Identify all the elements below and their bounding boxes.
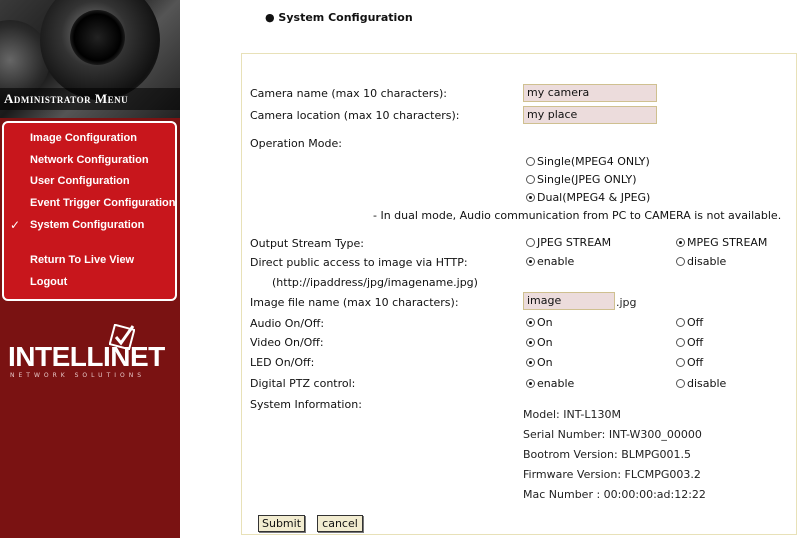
logo-tagline: NETWORK SOLUTIONS [10,372,146,379]
page-title: ● System Configuration [265,11,413,24]
sidebar: Administrator Menu Image Configuration N… [0,0,180,538]
camera-lens-graphic [70,10,125,65]
operation-mode-label: Operation Mode: [250,137,342,150]
radio-button-icon [526,157,535,166]
menu-item-return-to-live-view[interactable]: Return To Live View [30,254,134,266]
model-info: Model: INT-L130M [523,408,621,421]
radio-button-icon [526,358,535,367]
image-file-label: Image file name (max 10 characters): [250,296,459,309]
radio-video-off[interactable]: Off [676,336,703,349]
dual-mode-note: - In dual mode, Audio communication from… [373,209,782,222]
radio-button-icon [676,238,685,247]
radio-label: Off [687,316,704,329]
system-config-panel: Camera name (max 10 characters): my came… [241,53,797,535]
image-file-suffix: .jpg [616,296,637,309]
radio-jpeg-stream[interactable]: JPEG STREAM [526,236,611,249]
radio-label: Off [687,356,704,369]
radio-button-icon [526,257,535,266]
mac-number-info: Mac Number : 00:00:00:ad:12:22 [523,488,706,501]
serial-number-info: Serial Number: INT-W300_00000 [523,428,702,441]
firmware-version-info: Firmware Version: FLCMPG003.2 [523,468,701,481]
radio-button-icon [526,238,535,247]
logo-brand-text: INTELLINET [8,341,165,372]
radio-button-icon [676,379,685,388]
radio-button-icon [526,338,535,347]
bootrom-version-info: Bootrom Version: BLMPG001.5 [523,448,692,461]
menu-item-network-configuration[interactable]: Network Configuration [30,154,149,166]
radio-single-mpeg4[interactable]: Single(MPEG4 ONLY) [526,155,650,168]
cancel-button[interactable]: cancel [317,515,363,532]
led-label: LED On/Off: [250,356,315,369]
menu-item-logout[interactable]: Logout [30,276,67,288]
http-access-label: Direct public access to image via HTTP: [250,256,468,269]
camera-location-label: Camera location (max 10 characters): [250,109,460,122]
checkmark-icon: ✓ [10,218,21,232]
output-stream-label: Output Stream Type: [250,237,364,250]
video-label: Video On/Off: [250,336,324,349]
radio-label: On [537,316,553,329]
radio-label: MPEG STREAM [687,236,768,249]
radio-button-icon [676,257,685,266]
radio-ptz-disable[interactable]: disable [676,377,726,390]
radio-label: enable [537,255,575,268]
radio-label: On [537,356,553,369]
camera-name-label: Camera name (max 10 characters): [250,87,448,100]
radio-dual[interactable]: Dual(MPEG4 & JPEG) [526,191,650,204]
radio-led-off[interactable]: Off [676,356,703,369]
radio-audio-off[interactable]: Off [676,316,703,329]
radio-led-on[interactable]: On [526,356,553,369]
radio-label: Off [687,336,704,349]
radio-label: Dual(MPEG4 & JPEG) [537,191,651,204]
radio-label: JPEG STREAM [537,236,612,249]
menu-item-user-configuration[interactable]: User Configuration [30,175,130,187]
radio-button-icon [676,358,685,367]
menu-item-image-configuration[interactable]: Image Configuration [30,132,137,144]
radio-button-icon [526,175,535,184]
radio-label: disable [687,377,727,390]
camera-name-input[interactable]: my camera [523,84,657,102]
image-file-input[interactable]: image [523,292,615,310]
menu-item-system-configuration[interactable]: System Configuration [30,219,144,231]
system-info-label: System Information: [250,398,362,411]
radio-button-icon [526,193,535,202]
camera-banner-image: Administrator Menu [0,0,180,118]
radio-label: Single(MPEG4 ONLY) [537,155,650,168]
camera-location-input[interactable]: my place [523,106,657,124]
radio-button-icon [676,318,685,327]
intellinet-logo: INTELLINET NETWORK SOLUTIONS [6,322,176,382]
radio-http-disable[interactable]: disable [676,255,726,268]
admin-menu: Image Configuration Network Configuratio… [2,121,177,301]
menu-item-event-trigger-configuration[interactable]: Event Trigger Configuration [30,197,175,209]
submit-button[interactable]: Submit [258,515,305,532]
radio-button-icon [676,338,685,347]
menu-title: Administrator Menu [0,88,180,110]
radio-label: Single(JPEG ONLY) [537,173,637,186]
radio-single-jpeg[interactable]: Single(JPEG ONLY) [526,173,637,186]
radio-audio-on[interactable]: On [526,316,553,329]
radio-label: On [537,336,553,349]
ptz-label: Digital PTZ control: [250,377,356,390]
http-url-hint: (http://ipaddress/jpg/imagename.jpg) [272,276,478,289]
radio-http-enable[interactable]: enable [526,255,574,268]
radio-mpeg-stream[interactable]: MPEG STREAM [676,236,767,249]
radio-ptz-enable[interactable]: enable [526,377,574,390]
radio-button-icon [526,318,535,327]
radio-label: disable [687,255,727,268]
radio-video-on[interactable]: On [526,336,553,349]
audio-label: Audio On/Off: [250,317,325,330]
radio-button-icon [526,379,535,388]
radio-label: enable [537,377,575,390]
